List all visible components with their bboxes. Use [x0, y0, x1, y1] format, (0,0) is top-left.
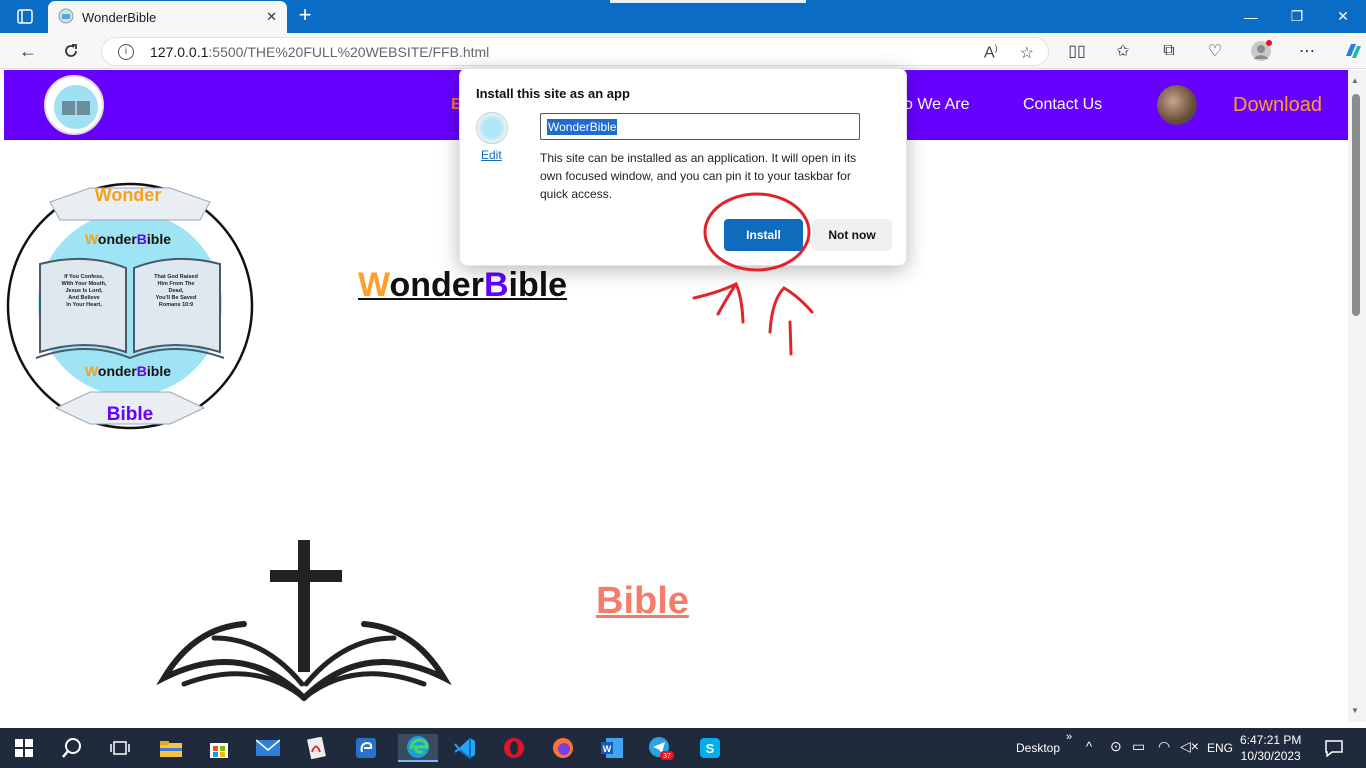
- telegram-badge: 37: [663, 753, 671, 760]
- url-path: :5500/THE%20FULL%20WEBSITE/FFB.html: [208, 43, 490, 60]
- site-favicon-icon: [58, 8, 74, 27]
- start-windows-icon[interactable]: [8, 734, 40, 762]
- address-bar-actions: A) ☆: [984, 43, 1034, 63]
- mail-icon[interactable]: [252, 734, 284, 762]
- profile-avatar[interactable]: [1248, 39, 1274, 63]
- logo-inner-top-text: WonderBible: [85, 231, 171, 247]
- edge-browser-icon[interactable]: [398, 734, 438, 762]
- minimize-icon[interactable]: —: [1228, 0, 1274, 33]
- pdf-reader-icon[interactable]: [300, 734, 332, 762]
- logo-bottom-text: Bible: [107, 404, 153, 425]
- file-explorer-icon[interactable]: [155, 734, 187, 762]
- refresh-icon[interactable]: [58, 39, 84, 63]
- dialog-description: This site can be installed as an applica…: [540, 151, 857, 201]
- more-options-icon[interactable]: ⋯: [1294, 39, 1320, 63]
- battery-icon[interactable]: ▭: [1132, 738, 1145, 755]
- toolbar-expand-icon[interactable]: »: [1066, 731, 1072, 743]
- bible-link[interactable]: Bible: [596, 580, 689, 623]
- browser-toolbar: ← i 127.0.0.1 :5500/THE%20FULL%20WEBSITE…: [0, 33, 1366, 69]
- user-avatar[interactable]: [1157, 85, 1197, 125]
- cross-book-illustration: [156, 540, 452, 701]
- firefox-icon[interactable]: [547, 734, 579, 762]
- drag-indicator: [610, 0, 806, 3]
- page-scrollbar[interactable]: ▲ ▼: [1348, 70, 1366, 722]
- collections-icon[interactable]: ⧉: [1156, 39, 1182, 63]
- restore-icon[interactable]: ❐: [1274, 0, 1320, 33]
- hero-title: WonderBible: [358, 266, 568, 300]
- download-link[interactable]: Download: [1233, 94, 1322, 117]
- svg-text:W: W: [603, 744, 612, 754]
- desktop-toolbar-label[interactable]: Desktop: [1016, 741, 1060, 755]
- window-controls: — ❐ ✕: [1228, 0, 1366, 33]
- browser-essentials-icon[interactable]: ♡: [1202, 39, 1228, 63]
- logo-top-text: Wonder: [95, 185, 162, 205]
- windows-taskbar: W 37 S Desktop » ^ ⊙ ▭ ◠ ◁× ENG 6:47:21 …: [0, 728, 1366, 768]
- word-icon[interactable]: W: [596, 734, 628, 762]
- tab-title: WonderBible: [82, 9, 157, 25]
- task-view-icon[interactable]: [104, 734, 136, 762]
- svg-text:Him From The: Him From The: [158, 281, 195, 287]
- svg-text:Romans 10:9: Romans 10:9: [159, 302, 193, 308]
- clock-time: 6:47:21 PM: [1240, 733, 1302, 747]
- webcam-icon[interactable]: ⊙: [1110, 738, 1122, 755]
- app-icon: [476, 112, 508, 144]
- dialog-title: Install this site as an app: [476, 86, 630, 101]
- browser-tab-bar: WonderBible ✕ + — ❐ ✕: [0, 0, 1366, 33]
- nav-link-who-we-are[interactable]: o We Are: [904, 96, 970, 114]
- favorites-icon[interactable]: ✩: [1110, 39, 1136, 63]
- svg-text:If You Confess,: If You Confess,: [64, 274, 104, 280]
- svg-text:In Your Heart,: In Your Heart,: [66, 302, 102, 308]
- not-now-button[interactable]: Not now: [812, 219, 892, 251]
- app-name-input[interactable]: WonderBible: [540, 113, 860, 140]
- edit-icon-link[interactable]: Edit: [481, 148, 502, 162]
- volume-muted-icon[interactable]: ◁×: [1180, 738, 1199, 755]
- close-tab-icon[interactable]: ✕: [266, 9, 277, 25]
- logo-inner-bottom-text: WonderBible: [85, 363, 171, 379]
- address-bar[interactable]: i 127.0.0.1 :5500/THE%20FULL%20WEBSITE/F…: [101, 37, 1049, 66]
- book-left-verse: If You Confess, With Your Mouth, Jesus I…: [62, 274, 107, 308]
- edge-legacy-icon[interactable]: [350, 734, 382, 762]
- wifi-icon[interactable]: ◠: [1158, 738, 1170, 755]
- scroll-up-icon[interactable]: ▲: [1351, 76, 1359, 85]
- search-icon[interactable]: [56, 734, 88, 762]
- read-aloud-icon[interactable]: A): [984, 43, 998, 63]
- svg-text:And Believe: And Believe: [68, 295, 99, 301]
- telegram-icon[interactable]: 37: [645, 734, 677, 762]
- active-tab[interactable]: WonderBible ✕: [48, 1, 287, 33]
- notifications-icon[interactable]: [1318, 734, 1350, 762]
- toolbar-icons: ▯▯ ✩ ⧉ ♡ ⋯: [1064, 39, 1366, 63]
- language-indicator[interactable]: ENG: [1207, 741, 1233, 755]
- back-icon[interactable]: ←: [15, 39, 41, 63]
- clock-date: 10/30/2023: [1240, 749, 1301, 763]
- favorite-star-icon[interactable]: ☆: [1020, 43, 1034, 63]
- install-app-dialog: Install this site as an app Edit WonderB…: [459, 68, 907, 266]
- skype-icon[interactable]: S: [694, 734, 726, 762]
- scroll-down-icon[interactable]: ▼: [1351, 706, 1359, 715]
- svg-text:You'll Be Saved: You'll Be Saved: [156, 295, 197, 301]
- new-tab-button[interactable]: +: [293, 4, 317, 28]
- show-hidden-icons-icon[interactable]: ^: [1086, 739, 1092, 754]
- nav-link-contact-us[interactable]: Contact Us: [1023, 96, 1102, 114]
- copilot-icon[interactable]: [1340, 39, 1366, 63]
- svg-text:Dead,: Dead,: [169, 288, 184, 294]
- url-host: 127.0.0.1: [150, 43, 209, 60]
- svg-text:S: S: [706, 741, 715, 756]
- microsoft-store-icon[interactable]: [203, 734, 235, 762]
- site-info-icon[interactable]: i: [118, 43, 134, 60]
- vscode-icon[interactable]: [449, 734, 481, 762]
- svg-text:With Your Mouth,: With Your Mouth,: [62, 281, 107, 287]
- opera-icon[interactable]: [498, 734, 530, 762]
- tab-actions-icon[interactable]: [8, 6, 42, 28]
- wonderbible-logo: Wonder WonderBible If You Confess, With …: [6, 182, 254, 430]
- close-window-icon[interactable]: ✕: [1320, 0, 1366, 33]
- install-button[interactable]: Install: [724, 219, 803, 251]
- system-clock[interactable]: 6:47:21 PM 10/30/2023: [1240, 732, 1301, 764]
- nav-logo[interactable]: [44, 75, 104, 135]
- svg-text:That God Raised: That God Raised: [154, 274, 198, 280]
- split-screen-icon[interactable]: ▯▯: [1064, 39, 1090, 63]
- scrollbar-thumb[interactable]: [1352, 94, 1360, 316]
- svg-text:Jesus Is Lord,: Jesus Is Lord,: [66, 288, 103, 294]
